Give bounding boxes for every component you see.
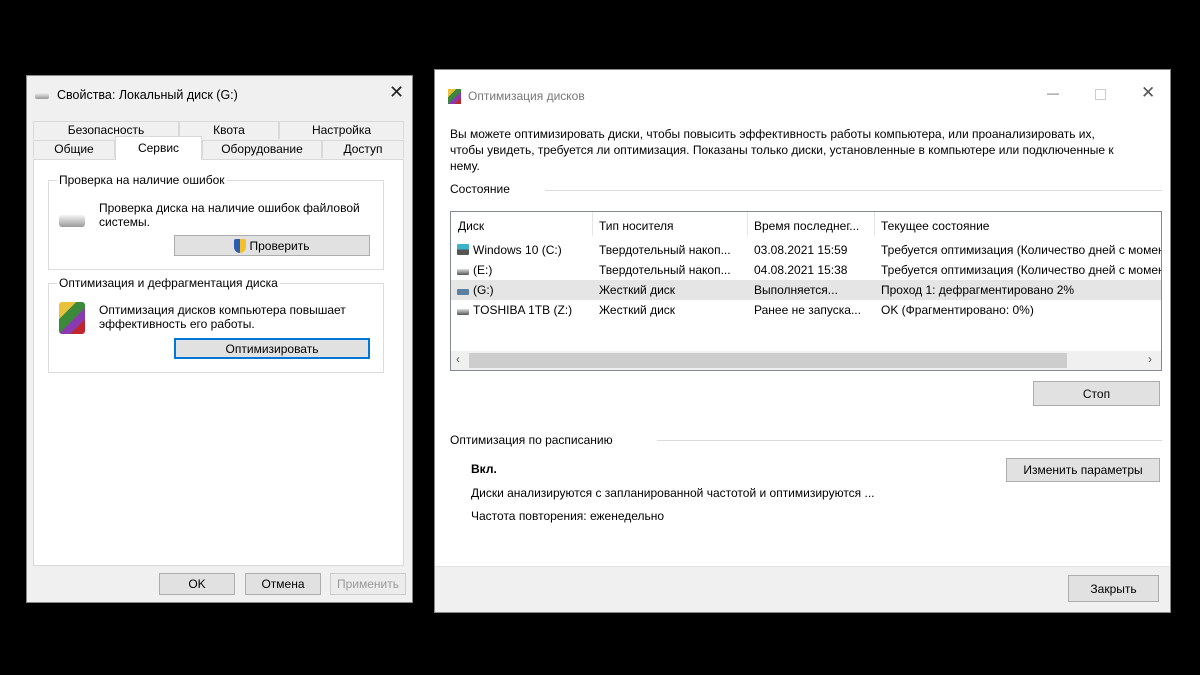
- drive-icon: [457, 309, 469, 315]
- tab-tools[interactable]: Сервис: [115, 136, 202, 160]
- group-label: Проверка на наличие ошибок: [57, 173, 227, 187]
- scroll-left-icon[interactable]: ‹: [456, 352, 460, 366]
- cell-state: Проход 1: дефрагментировано 2%: [881, 283, 1075, 297]
- properties-dialog: Свойства: Локальный диск (G:) ✕ Безопасн…: [26, 75, 413, 603]
- column-header-media-type[interactable]: Тип носителя: [599, 219, 749, 233]
- cell-type: Жесткий диск: [599, 283, 676, 297]
- ok-button[interactable]: OK: [159, 573, 235, 595]
- tab-general[interactable]: Общие: [33, 140, 115, 158]
- group-label: Оптимизация и дефрагментация диска: [57, 276, 280, 290]
- button-label: OK: [188, 577, 206, 591]
- optimize-group: Оптимизация и дефрагментация диска Оптим…: [48, 276, 384, 373]
- button-label: Проверить: [249, 238, 310, 253]
- tab-label: Сервис: [137, 141, 180, 155]
- tab-hardware[interactable]: Оборудование: [202, 140, 322, 158]
- window-title: Оптимизация дисков: [468, 89, 585, 103]
- cell-type: Жесткий диск: [599, 303, 676, 317]
- optimize-drives-window: Оптимизация дисков — ✕ Вы можете оптимиз…: [434, 69, 1171, 613]
- cancel-button[interactable]: Отмена: [245, 573, 321, 595]
- cell-time: 03.08.2021 15:59: [754, 243, 848, 257]
- drives-listview[interactable]: Диск Тип носителя Время последнег... Тек…: [450, 211, 1162, 371]
- cell-disk: TOSHIBA 1TB (Z:): [473, 303, 573, 317]
- cell-time: Ранее не запуска...: [754, 303, 861, 317]
- divider: [657, 440, 1162, 441]
- cell-type: Твердотельный накоп...: [599, 263, 731, 277]
- cell-state: Требуется оптимизация (Количество дней с…: [881, 243, 1161, 257]
- tab-label: Оборудование: [221, 142, 303, 156]
- cell-disk: Windows 10 (C:): [473, 243, 562, 257]
- check-description: Проверка диска на наличие ошибок файлово…: [99, 201, 360, 229]
- table-row[interactable]: Windows 10 (C:) Твердотельный накоп... 03.…: [451, 240, 1161, 260]
- tab-label: Квота: [213, 123, 245, 137]
- error-check-group: Проверка на наличие ошибок Проверка диск…: [48, 173, 384, 270]
- drive-icon: [35, 93, 49, 99]
- horizontal-scrollbar[interactable]: ‹ ›: [451, 351, 1161, 370]
- optimize-button[interactable]: Оптимизировать: [174, 338, 370, 359]
- stop-button[interactable]: Стоп: [1033, 381, 1160, 406]
- cell-time: 04.08.2021 15:38: [754, 263, 848, 277]
- cell-state: OK (Фрагментировано: 0%): [881, 303, 1034, 317]
- tab-label: Доступ: [343, 142, 383, 156]
- tab-label: Настройка: [311, 123, 372, 137]
- column-header-disk[interactable]: Диск: [458, 219, 593, 233]
- cell-disk: (G:): [473, 283, 494, 297]
- dialog-title: Свойства: Локальный диск (G:): [57, 88, 238, 102]
- schedule-frequency: Частота повторения: еженедельно: [471, 509, 665, 523]
- column-divider: [874, 212, 875, 236]
- tab-label: Общие: [54, 142, 94, 156]
- check-button[interactable]: Проверить: [174, 235, 370, 256]
- divider: [545, 190, 1162, 191]
- schedule-status: Вкл.: [471, 462, 497, 476]
- system-drive-icon: [457, 244, 469, 255]
- optimize-description: Оптимизация дисков компьютера повышает э…: [99, 303, 346, 331]
- tab-panel: Проверка на наличие ошибок Проверка диск…: [33, 159, 404, 566]
- scroll-thumb[interactable]: [469, 353, 1067, 368]
- close-button[interactable]: Закрыть: [1068, 575, 1159, 602]
- status-section-label: Состояние: [450, 182, 510, 196]
- column-header-status[interactable]: Текущее состояние: [881, 219, 1161, 233]
- table-row[interactable]: (E:) Твердотельный накоп... 04.08.2021 15:…: [451, 260, 1161, 280]
- button-label: Оптимизировать: [225, 341, 319, 356]
- tab-sharing[interactable]: Доступ: [322, 140, 404, 158]
- table-row[interactable]: (G:) Жесткий диск Выполняется... Проход 1: …: [451, 280, 1161, 300]
- close-icon[interactable]: ✕: [389, 82, 404, 103]
- intro-text: Вы можете оптимизировать диски, чтобы по…: [450, 127, 1114, 173]
- minimize-icon[interactable]: —: [1047, 86, 1059, 100]
- cell-disk: (E:): [473, 263, 493, 277]
- button-label: Закрыть: [1090, 581, 1137, 596]
- scroll-right-icon[interactable]: ›: [1148, 352, 1152, 366]
- apply-button[interactable]: Применить: [330, 573, 406, 595]
- cell-time: Выполняется...: [754, 283, 838, 297]
- column-header-last-run[interactable]: Время последнег...: [754, 219, 874, 233]
- column-divider: [592, 212, 593, 236]
- uac-shield-icon: [234, 238, 247, 253]
- button-label: Изменить параметры: [1023, 463, 1143, 477]
- schedule-section-label: Оптимизация по расписанию: [450, 433, 613, 447]
- column-divider: [747, 212, 748, 236]
- footer-bar: Закрыть: [435, 566, 1170, 612]
- drive-icon: [59, 215, 85, 227]
- drive-icon: [457, 289, 469, 295]
- defrag-icon: [59, 302, 85, 334]
- schedule-description: Диски анализируются с запланированной ча…: [471, 486, 875, 500]
- cell-type: Твердотельный накоп...: [599, 243, 731, 257]
- button-label: Отмена: [261, 577, 305, 591]
- cell-state: Требуется оптимизация (Количество дней с…: [881, 263, 1161, 277]
- button-label: Применить: [336, 577, 399, 591]
- defrag-app-icon: [448, 89, 461, 104]
- change-settings-button[interactable]: Изменить параметры: [1006, 458, 1160, 482]
- drive-icon: [457, 269, 469, 275]
- close-icon[interactable]: ✕: [1141, 83, 1155, 103]
- tab-label: Безопасность: [67, 123, 145, 137]
- maximize-icon[interactable]: [1095, 89, 1106, 100]
- table-row[interactable]: TOSHIBA 1TB (Z:) Жесткий диск Ранее не зап…: [451, 300, 1161, 320]
- button-label: Стоп: [1082, 386, 1111, 401]
- tab-customize[interactable]: Настройка: [279, 121, 404, 139]
